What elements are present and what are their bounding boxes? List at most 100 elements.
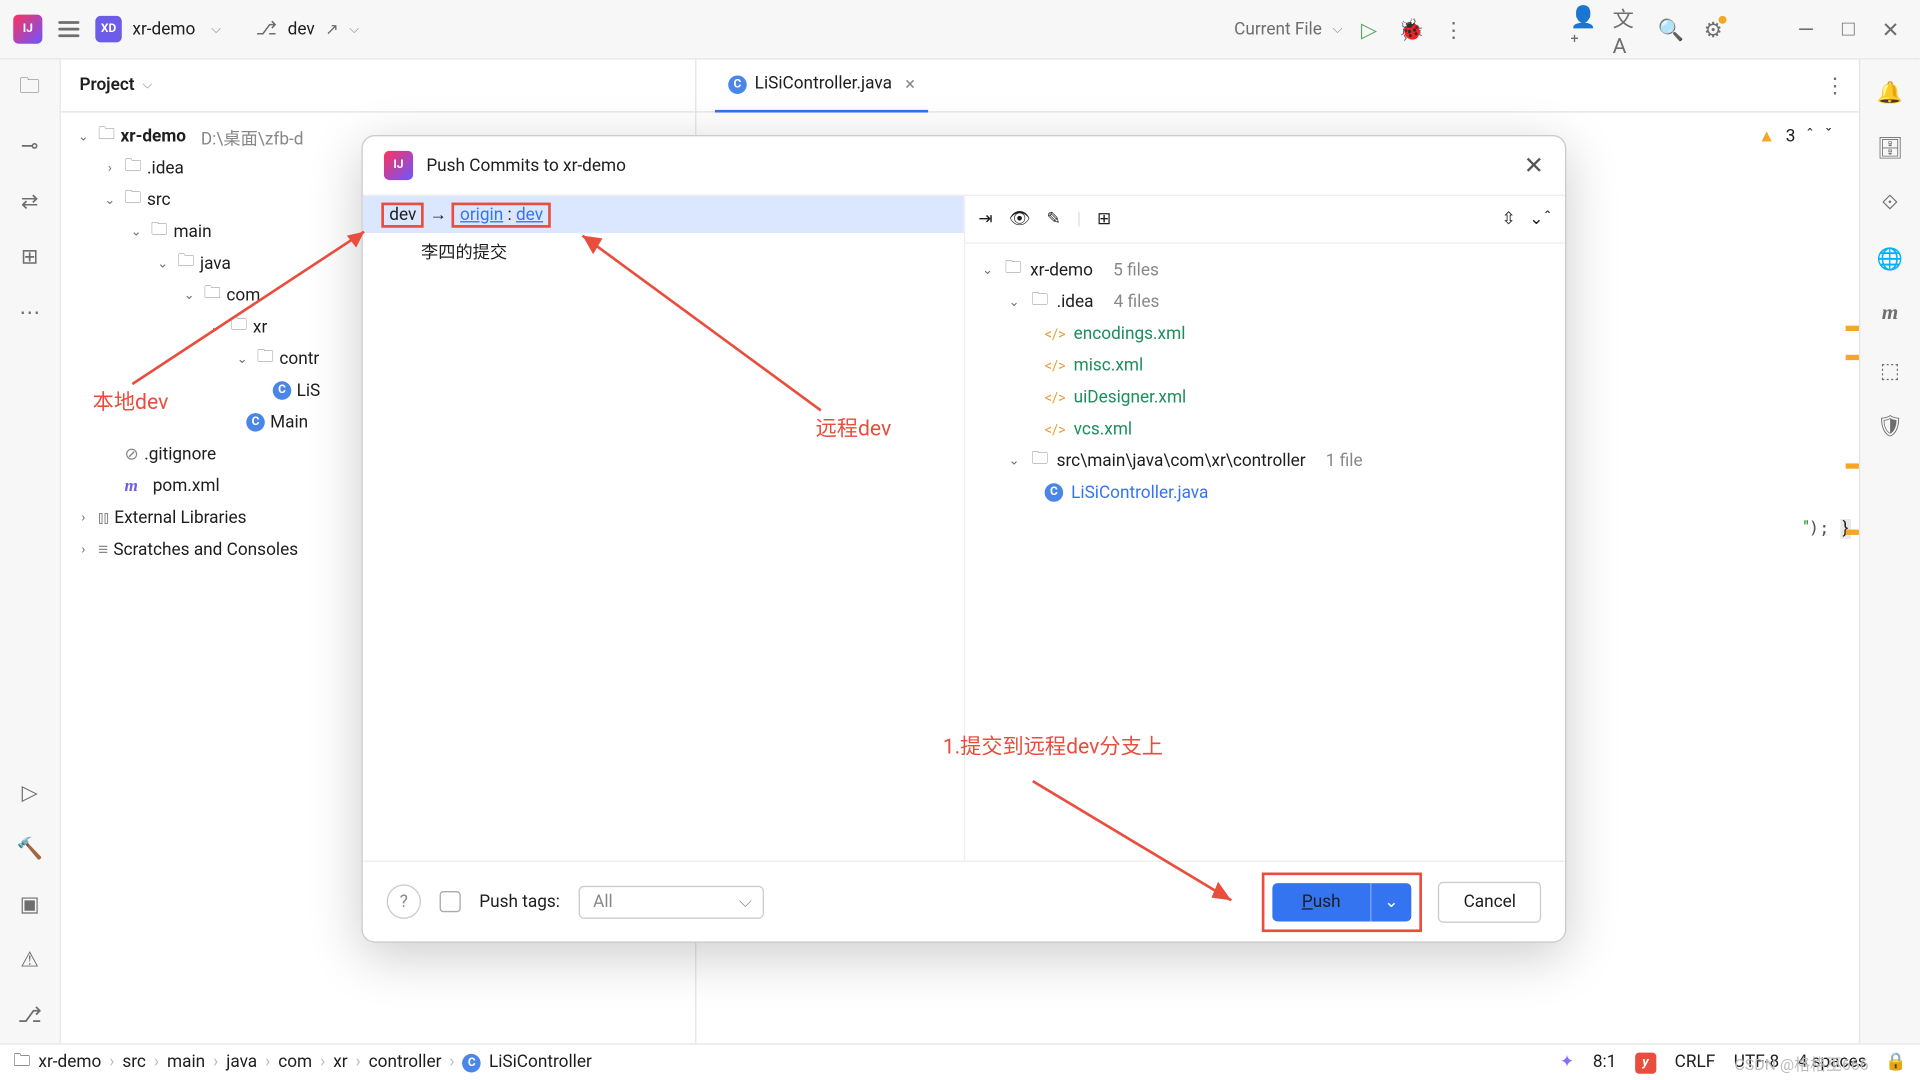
terminal-icon[interactable]: ▣: [14, 887, 46, 919]
problems-icon[interactable]: ⚠: [14, 943, 46, 975]
xml-icon: </>: [1045, 357, 1066, 374]
preview-icon[interactable]: 👁: [1009, 209, 1031, 229]
vcs-icon[interactable]: ⎇: [14, 998, 46, 1030]
structure-tool-icon[interactable]: ⊞: [14, 240, 46, 272]
breadcrumb-icon: 🗀: [13, 1048, 30, 1077]
push-arrow-icon[interactable]: ↗: [325, 20, 338, 39]
push-button[interactable]: Push: [1273, 882, 1370, 920]
chevron-down-icon[interactable]: ⌵: [211, 22, 221, 37]
class-icon: C: [246, 413, 265, 432]
cancel-button[interactable]: Cancel: [1438, 881, 1541, 922]
warning-icon: ▲: [1758, 126, 1775, 147]
yaml-icon[interactable]: y: [1635, 1052, 1656, 1073]
expand-collapse-icon[interactable]: ⇳: [1502, 209, 1516, 229]
settings-icon[interactable]: ⚙: [1697, 13, 1729, 45]
pull-requests-icon[interactable]: ⇄: [14, 184, 46, 216]
left-tool-rail: 🗀 ⊸ ⇄ ⊞ ⋯ ▷ 🔨 ▣ ⚠ ⎇: [0, 60, 61, 1044]
debug-icon[interactable]: 🐞: [1395, 13, 1427, 45]
remote-name[interactable]: origin: [460, 205, 503, 225]
remote-branch-box: origin : dev: [452, 202, 551, 227]
push-tags-checkbox[interactable]: [440, 891, 461, 912]
more-tool-icon[interactable]: ⋯: [14, 295, 46, 327]
project-tool-icon[interactable]: 🗀: [14, 73, 46, 105]
tree-file[interactable]: </>encodings.xml: [978, 318, 1551, 350]
push-dropdown-icon[interactable]: ⌄: [1370, 882, 1412, 920]
search-icon[interactable]: 🔍: [1655, 13, 1687, 45]
more-icon[interactable]: ⋮: [1438, 13, 1470, 45]
database-icon[interactable]: 🗄: [1874, 131, 1906, 163]
tab-more-icon[interactable]: ⋮: [1827, 70, 1859, 102]
project-name[interactable]: xr-demo: [132, 19, 195, 39]
tree-node[interactable]: ⌄🗀src\main\java\com\xr\controller 1 file: [978, 445, 1551, 477]
right-tool-rail: 🔔 🗄 ⟐ 🌐 m ⬚ 🛡: [1859, 60, 1920, 1044]
run-icon[interactable]: ▷: [1353, 13, 1385, 45]
class-icon: C: [1045, 483, 1064, 502]
tags-select[interactable]: All: [579, 885, 764, 918]
indent-info[interactable]: 4 spaces: [1798, 1053, 1867, 1073]
next-highlight-icon[interactable]: ˇ: [1825, 126, 1833, 146]
translate-icon[interactable]: 文A: [1613, 13, 1645, 45]
shield-icon[interactable]: 🛡: [1874, 409, 1906, 441]
maven-tool-icon[interactable]: m: [1874, 298, 1906, 330]
gradle-icon[interactable]: ⟐: [1874, 187, 1906, 219]
tree-node[interactable]: ⌄🗀xr-demo 5 files: [978, 254, 1551, 286]
inspection-widget[interactable]: ▲ 3 ˆ ˇ: [1758, 126, 1832, 147]
code-fragment: "); }: [1803, 519, 1851, 539]
push-button-highlight: Push ⌄: [1262, 872, 1422, 932]
branch-icon[interactable]: ⎇: [256, 19, 277, 40]
editor-tab[interactable]: C LiSiController.java ×: [715, 59, 928, 112]
close-window-icon[interactable]: ✕: [1875, 13, 1907, 45]
tree-file[interactable]: </>misc.xml: [978, 350, 1551, 382]
notifications-icon[interactable]: 🔔: [1874, 75, 1906, 107]
project-badge-icon: XD: [95, 16, 121, 42]
class-icon: C: [728, 75, 747, 94]
close-dialog-icon[interactable]: ✕: [1524, 152, 1544, 180]
maximize-icon[interactable]: □: [1832, 13, 1864, 45]
breadcrumb[interactable]: 🗀 xr-demo› src› main› java› com› xr› con…: [13, 1048, 592, 1077]
collapse-icon[interactable]: ⇥: [978, 209, 992, 229]
maven-icon: m: [124, 475, 137, 496]
tree-file[interactable]: </>uiDesigner.xml: [978, 381, 1551, 413]
caret-position[interactable]: 8:1: [1593, 1053, 1617, 1073]
services-icon[interactable]: ▷: [14, 776, 46, 808]
xml-icon: </>: [1045, 420, 1066, 437]
tree-file[interactable]: </>vcs.xml: [978, 413, 1551, 445]
readonly-lock-icon[interactable]: 🔒: [1885, 1053, 1906, 1073]
code-with-me-icon[interactable]: 👤⁺: [1570, 13, 1602, 45]
class-icon: C: [273, 381, 292, 400]
ai-icon[interactable]: ⬚: [1874, 354, 1906, 386]
group-icon[interactable]: ⊞: [1097, 209, 1111, 229]
editor-tabs: C LiSiController.java × ⋮: [696, 60, 1858, 113]
commit-tool-icon[interactable]: ⊸: [14, 128, 46, 160]
branch-name[interactable]: dev: [288, 19, 315, 39]
chevron-down-icon[interactable]: ⌵: [349, 22, 359, 37]
web-icon[interactable]: 🌐: [1874, 242, 1906, 274]
tree-file[interactable]: CLiSiController.java: [978, 477, 1551, 509]
prev-highlight-icon[interactable]: ˆ: [1806, 126, 1814, 146]
chevron-down-icon[interactable]: ⌵: [1332, 22, 1342, 37]
help-icon[interactable]: ?: [387, 884, 421, 918]
commit-item[interactable]: 李四的提交: [363, 233, 964, 269]
push-dialog: IJ Push Commits to xr-demo ✕ dev → origi…: [361, 135, 1566, 943]
warning-count: 3: [1786, 126, 1796, 146]
file-encoding[interactable]: UTF-8: [1734, 1053, 1779, 1073]
close-panel-icon[interactable]: ⌄ˆ: [1529, 209, 1552, 229]
hamburger-menu-icon[interactable]: [53, 16, 85, 42]
edit-icon[interactable]: ✎: [1047, 209, 1061, 229]
dialog-titlebar: IJ Push Commits to xr-demo ✕: [363, 136, 1565, 194]
build-icon[interactable]: 🔨: [14, 831, 46, 863]
tree-node[interactable]: ⌄🗀.idea 4 files: [978, 286, 1551, 318]
run-config-selector[interactable]: Current File: [1234, 19, 1322, 39]
ai-status-icon[interactable]: ✦: [1560, 1053, 1574, 1073]
project-header[interactable]: Project ⌵: [61, 60, 695, 113]
gutter-marker: [1846, 530, 1859, 535]
branch-mapping-row[interactable]: dev → origin : dev: [363, 196, 964, 233]
line-separator[interactable]: CRLF: [1675, 1053, 1716, 1073]
xml-icon: </>: [1045, 325, 1066, 342]
remote-branch[interactable]: dev: [516, 205, 543, 225]
close-tab-icon[interactable]: ×: [905, 73, 915, 94]
push-tags-label: Push tags:: [479, 892, 560, 912]
minimize-icon[interactable]: —: [1790, 13, 1822, 45]
chevron-down-icon[interactable]: ⌵: [143, 78, 153, 93]
dialog-title: Push Commits to xr-demo: [426, 156, 626, 176]
